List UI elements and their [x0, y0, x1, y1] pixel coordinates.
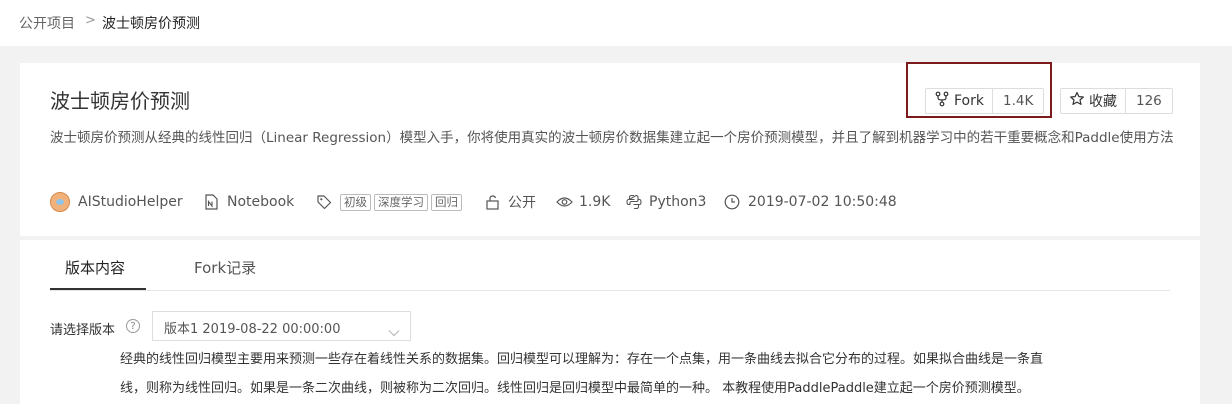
tab-divider — [50, 290, 1170, 291]
clock-icon — [724, 194, 740, 210]
project-title: 波士顿房价预测 — [50, 89, 190, 113]
python-icon — [626, 194, 642, 210]
language: Python3 — [626, 191, 706, 213]
project-type: Notebook — [204, 191, 294, 213]
language-label: Python3 — [649, 194, 707, 210]
tag-item[interactable]: 初级 — [340, 193, 371, 211]
version-select-value: 版本1 2019-08-22 00:00:00 — [164, 322, 341, 337]
tag-icon — [316, 194, 332, 210]
avatar — [50, 192, 70, 212]
content-paragraph-line: 线，则称为线性回归。如果是一条二次曲线，则被称为二次回归。线性回归是回归模型中最… — [120, 381, 1030, 396]
breadcrumb-current: 波士顿房价预测 — [102, 16, 200, 32]
tab-version-content[interactable]: 版本内容 — [65, 257, 125, 278]
project-type-label: Notebook — [227, 194, 295, 210]
view-count-value: 1.9K — [579, 194, 611, 210]
visibility-label: 公开 — [508, 195, 536, 211]
tag-list: 初级 深度学习 回归 — [316, 191, 465, 213]
project-description: 波士顿房价预测从经典的线性回归（Linear Regression）模型入手，你… — [50, 130, 1174, 146]
version-select[interactable]: 版本1 2019-08-22 00:00:00 — [152, 311, 411, 341]
tag-item[interactable]: 回归 — [431, 193, 462, 211]
created-time-value: 2019-07-02 10:50:48 — [748, 194, 897, 210]
author-link[interactable]: AIStudioHelper — [50, 191, 183, 213]
version-content-card: 版本内容 Fork记录 请选择版本 ? 版本1 2019-08-22 00:00… — [20, 240, 1200, 404]
eye-icon — [556, 195, 573, 209]
tab-fork-records[interactable]: Fork记录 — [194, 257, 256, 278]
visibility: 公开 — [485, 191, 536, 213]
breadcrumb-separator: > — [85, 13, 96, 28]
tab-active-indicator — [50, 288, 146, 290]
star-count: 126 — [1136, 93, 1162, 109]
star-label: 收藏 — [1089, 94, 1117, 110]
tag-item[interactable]: 深度学习 — [374, 193, 428, 211]
unlock-icon — [485, 194, 500, 210]
help-icon[interactable]: ? — [126, 319, 140, 333]
version-select-label: 请选择版本 — [50, 323, 116, 338]
star-icon — [1069, 91, 1085, 111]
chevron-down-icon — [388, 322, 400, 341]
content-paragraph-line: 经典的线性回归模型主要用来预测一些存在着线性关系的数据集。回归模型可以理解为：存… — [120, 352, 1044, 367]
version-content-text: 经典的线性回归模型主要用来预测一些存在着线性关系的数据集。回归模型可以理解为：存… — [120, 345, 1120, 403]
fork-highlight-box — [906, 62, 1052, 118]
notebook-icon — [204, 194, 219, 210]
breadcrumb-root-link[interactable]: 公开项目 — [19, 13, 75, 33]
star-button-group: 收藏 126 — [1060, 88, 1173, 114]
breadcrumb: 公开项目 > 波士顿房价预测 — [0, 0, 1232, 46]
created-time: 2019-07-02 10:50:48 — [724, 191, 897, 213]
view-count: 1.9K — [556, 191, 610, 213]
author-name: AIStudioHelper — [78, 194, 183, 210]
star-button[interactable]: 收藏 — [1061, 89, 1126, 113]
